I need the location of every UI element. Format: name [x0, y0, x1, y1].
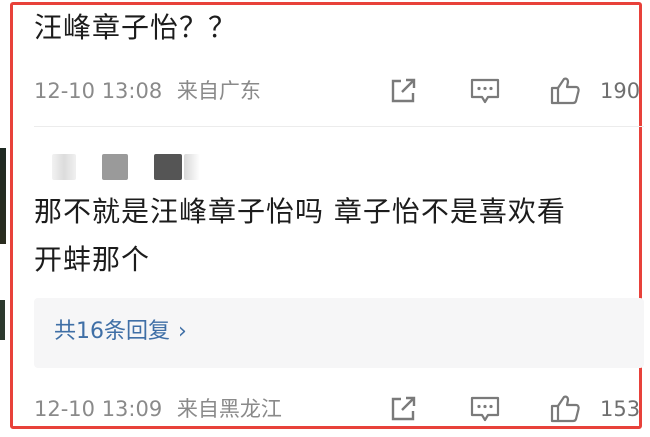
comment-icon[interactable]: [468, 76, 502, 106]
comment-meta: 12-10 13:08 来自广东: [34, 78, 261, 104]
divider: [34, 126, 644, 127]
comment-timestamp: 12-10 13:08: [34, 79, 163, 103]
share-icon[interactable]: [386, 76, 420, 106]
like-count: 190: [600, 79, 641, 103]
blurred-block: [184, 154, 200, 180]
like-icon[interactable]: [548, 76, 582, 106]
comment-timestamp: 12-10 13:09: [34, 397, 163, 421]
comment-meta-row: 12-10 13:09 来自黑龙江 153: [34, 394, 646, 424]
comment-text: 开蚌那个: [34, 243, 151, 276]
comment-location: 来自黑龙江: [176, 397, 282, 421]
comment-meta: 12-10 13:09 来自黑龙江: [34, 396, 282, 422]
background-decoration: [0, 148, 6, 244]
reply-thread-button[interactable]: 共16条回复 ›: [34, 298, 644, 368]
reply-count-link[interactable]: 共16条回复 ›: [54, 318, 187, 346]
blurred-block: [102, 154, 128, 180]
comment-text: 那不就是汪峰章子怡吗 章子怡不是喜欢看: [34, 195, 566, 228]
comment-location: 来自广东: [176, 79, 261, 103]
comment-meta-row: 12-10 13:08 来自广东 190: [34, 76, 646, 106]
background-decoration: [0, 300, 5, 340]
like-count: 153: [600, 397, 641, 421]
share-icon[interactable]: [386, 394, 420, 424]
blurred-block: [154, 154, 182, 180]
like-icon[interactable]: [548, 394, 582, 424]
chevron-right-icon: ›: [178, 319, 187, 344]
blurred-block: [52, 154, 76, 180]
username-blurred: [50, 154, 210, 182]
comment-text: 汪峰章子怡？？: [34, 11, 238, 44]
comment-icon[interactable]: [468, 394, 502, 424]
reply-count-label: 共16条回复: [54, 319, 170, 344]
